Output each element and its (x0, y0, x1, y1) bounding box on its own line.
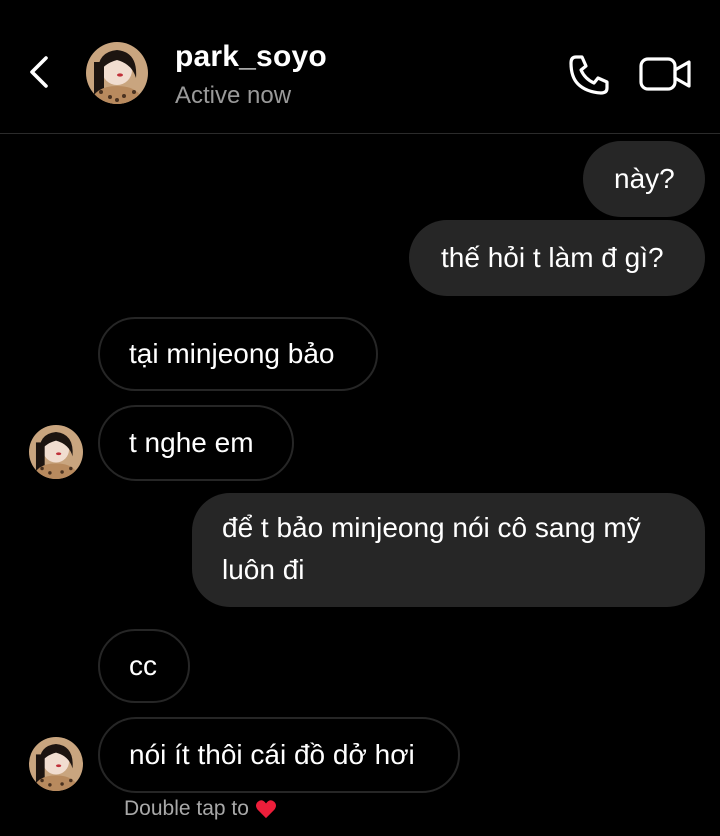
active-status: Active now (175, 82, 292, 109)
chat-header: park_soyo Active now (0, 0, 720, 134)
video-call-button[interactable] (638, 54, 692, 94)
dm-thread-screen: park_soyo Active now này? thế hỏi t làm … (0, 0, 720, 836)
double-tap-hint: Double tap to (124, 797, 277, 821)
message-bubble-outgoing[interactable]: thế hỏi t làm đ gì? (409, 220, 705, 296)
message-bubble-incoming[interactable]: nói ít thôi cái đồ dở hơi (98, 717, 460, 793)
hint-text: Double tap to (124, 797, 249, 820)
audio-call-button[interactable] (566, 52, 612, 98)
username[interactable]: park_soyo (175, 40, 327, 74)
chevron-left-icon (30, 56, 48, 88)
message-bubble-incoming[interactable]: t nghe em (98, 405, 294, 481)
message-bubble-outgoing[interactable]: để t bảo minjeong nói cô sang mỹ luôn đi (192, 493, 705, 607)
sender-avatar[interactable] (29, 737, 83, 791)
back-button[interactable] (22, 52, 58, 92)
profile-avatar[interactable] (86, 42, 148, 104)
message-bubble-outgoing[interactable]: này? (583, 141, 705, 217)
video-camera-icon (639, 57, 691, 91)
message-bubble-incoming[interactable]: tại minjeong bảo (98, 317, 378, 391)
heart-icon (255, 800, 276, 819)
message-bubble-incoming[interactable]: cc (98, 629, 190, 703)
phone-icon (569, 55, 609, 95)
sender-avatar[interactable] (29, 425, 83, 479)
